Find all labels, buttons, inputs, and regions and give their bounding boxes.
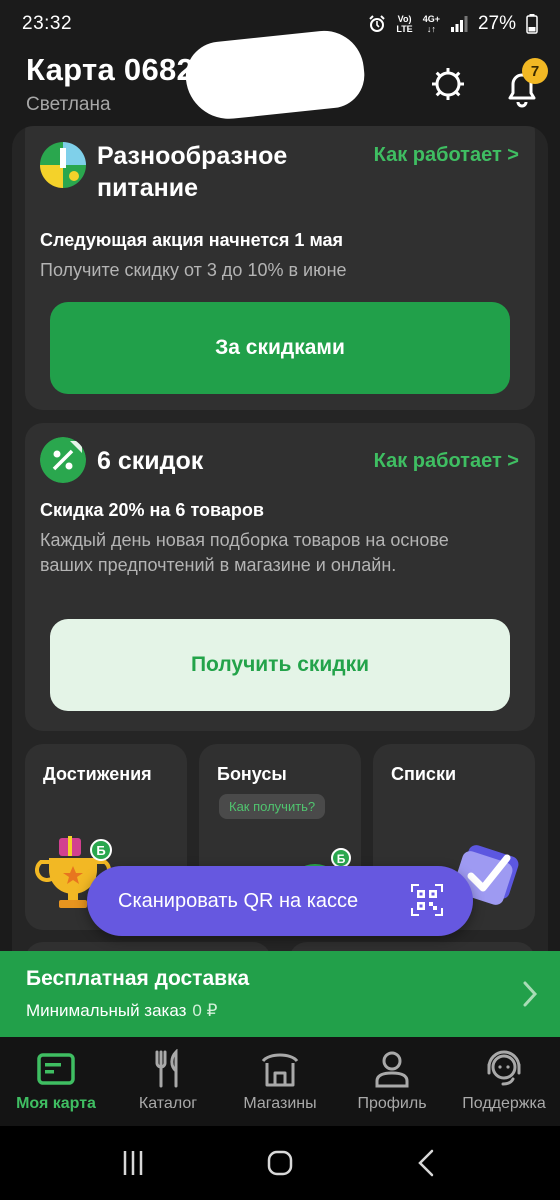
store-icon [261,1053,299,1087]
promo-description: Каждый день новая подборка товаров на ос… [40,530,449,575]
promo-description: Получите скидку от 3 до 10% в июне [40,260,347,280]
nav-support[interactable]: Поддержка [448,1037,560,1126]
battery-percent: 27% [477,13,516,34]
alarm-icon [369,15,386,32]
volte-indicator: Vo) LTE [396,14,413,34]
home-icon[interactable] [260,1143,300,1183]
fork-knife-icon [155,1049,178,1088]
promo-title: 6 скидок [97,447,204,475]
status-icons: Vo) LTE 4G+ ↓↑ 27% [368,13,538,35]
header: Карта 0682 Светлана 7 [0,26,560,128]
promo-title: Разнообразное питание [97,142,288,202]
nav-my-card[interactable]: Моя карта [0,1037,112,1126]
owner-name: Светлана [26,94,111,115]
promo-subtitle: Следующая акция начнется 1 мая [40,230,344,250]
notification-badge: 7 [522,58,548,84]
nav-label: Профиль [357,1095,427,1112]
battery-icon [526,14,538,34]
how-it-works-link[interactable]: Как работает > [374,144,519,167]
bottom-navigation: Моя карта Каталог Магазины Профиль Подде… [0,1037,560,1126]
delivery-title: Бесплатная доставка [26,967,250,990]
nav-label: Каталог [138,1095,198,1112]
promo-card-varied-nutrition: Разнообразное питание Как работает > Сле… [25,126,535,410]
nav-stores[interactable]: Магазины [224,1037,336,1126]
gear-icon [432,68,464,100]
main-content[interactable]: Разнообразное питание Как работает > Сле… [12,126,548,956]
min-order-value: 0 ₽ [192,1001,218,1020]
scan-qr-button[interactable]: Сканировать QR на кассе [87,866,473,936]
tile-title: Достижения [43,764,152,784]
svg-text:Б: Б [337,852,346,866]
back-icon[interactable] [407,1143,447,1183]
varied-nutrition-icon [40,142,86,188]
qr-code-icon [411,884,443,916]
promo-subtitle: Скидка 20% на 6 товаров [40,500,264,520]
for-discounts-button[interactable]: За скидками [50,302,510,394]
card-title: Карта 0682 [26,52,195,87]
scan-qr-label: Сканировать QR на кассе [118,889,359,912]
get-discounts-button[interactable]: Получить скидки [50,619,510,711]
nav-label: Поддержка [462,1095,546,1112]
notifications-button[interactable]: 7 [500,58,548,108]
network-type-indicator: 4G+ ↓↑ [422,14,440,34]
person-icon [375,1051,409,1088]
nav-label: Магазины [243,1095,317,1112]
recent-apps-icon[interactable] [113,1143,153,1183]
headset-icon [487,1050,521,1086]
chevron-right-icon [523,981,538,1007]
how-to-get-chip[interactable]: Как получить? [219,794,326,819]
nav-profile[interactable]: Профиль [336,1037,448,1126]
nav-label: Моя карта [16,1095,96,1112]
svg-text:Б: Б [96,843,105,858]
delivery-subtitle: Минимальный заказ 0 ₽ [26,1001,218,1020]
nav-catalog[interactable]: Каталог [112,1037,224,1126]
free-delivery-banner[interactable]: Бесплатная доставка Минимальный заказ 0 ₽ [0,951,560,1037]
signal-icon [450,16,468,32]
status-time: 23:32 [22,13,73,34]
system-navigation-bar [0,1126,560,1200]
how-it-works-link[interactable]: Как работает > [374,450,519,473]
card-icon [37,1053,75,1085]
settings-button[interactable] [426,62,470,106]
tile-title: Бонусы [217,764,287,784]
percent-badge-icon [40,437,86,483]
promo-card-6-discounts: 6 скидок Как работает > Скидка 20% на 6 … [25,423,535,731]
tile-title: Списки [391,764,457,784]
